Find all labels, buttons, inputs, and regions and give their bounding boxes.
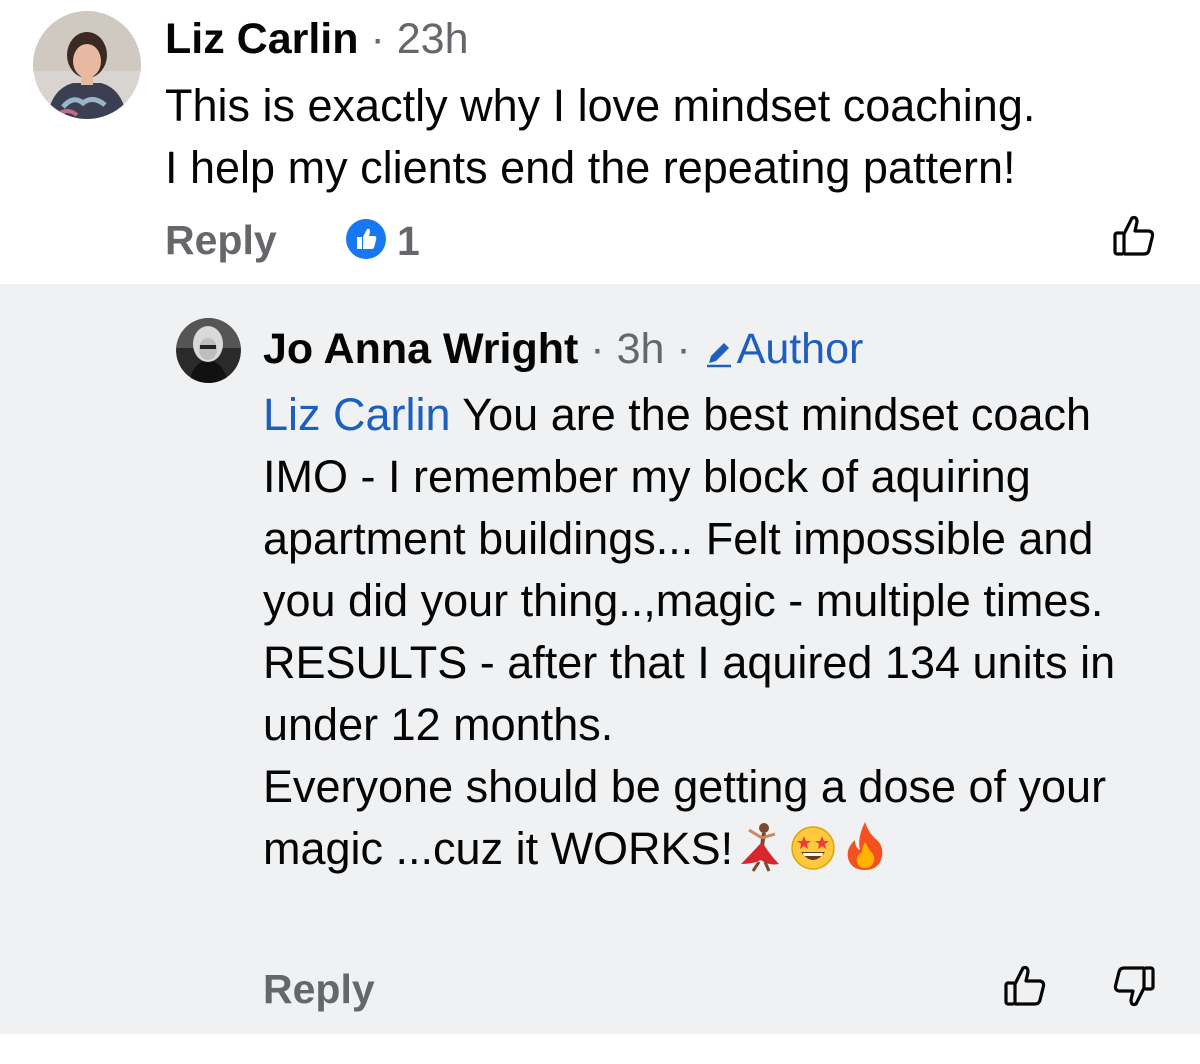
mention-link[interactable]: Liz Carlin (263, 389, 451, 440)
reply-timestamp[interactable]: 3h (617, 325, 665, 373)
author-badge-label: Author (736, 325, 864, 373)
comment-text: This is exactly why I love mindset coach… (165, 80, 1036, 193)
like-reaction-icon (345, 218, 387, 265)
reply-button[interactable]: Reply (165, 216, 277, 264)
avatar[interactable] (33, 11, 141, 119)
comment-header: Liz Carlin · 23h (165, 14, 469, 64)
separator-dot: · (676, 325, 691, 373)
like-icon[interactable] (1000, 962, 1050, 1010)
comment-author-name[interactable]: Liz Carlin (165, 15, 359, 63)
comment-liz: Liz Carlin · 23h This is exactly why I l… (0, 0, 1200, 284)
star-struck-emoji (789, 824, 837, 888)
reply-text-block: Liz Carlin You are the best mindset coac… (263, 384, 1163, 888)
pencil-icon (703, 325, 737, 373)
avatar[interactable] (176, 318, 241, 383)
fire-emoji (843, 820, 887, 888)
separator-dot: · (370, 15, 385, 63)
dancer-emoji (739, 820, 783, 888)
like-icon[interactable] (1110, 212, 1158, 260)
comment-timestamp[interactable]: 23h (397, 15, 469, 63)
comment-thread: Liz Carlin · 23h This is exactly why I l… (0, 0, 1200, 1064)
reply-author-name[interactable]: Jo Anna Wright (263, 325, 578, 373)
reply-button[interactable]: Reply (263, 965, 375, 1013)
reaction-count: 1 (397, 218, 420, 264)
separator-dot: · (590, 325, 605, 373)
author-badge: Author (703, 325, 864, 373)
reaction-summary[interactable]: 1 (345, 218, 420, 265)
dislike-icon[interactable] (1110, 962, 1158, 1010)
reply-header: Jo Anna Wright · 3h · Author (263, 324, 863, 374)
reply-text: You are the best mindset coach IMO - I r… (263, 389, 1116, 874)
